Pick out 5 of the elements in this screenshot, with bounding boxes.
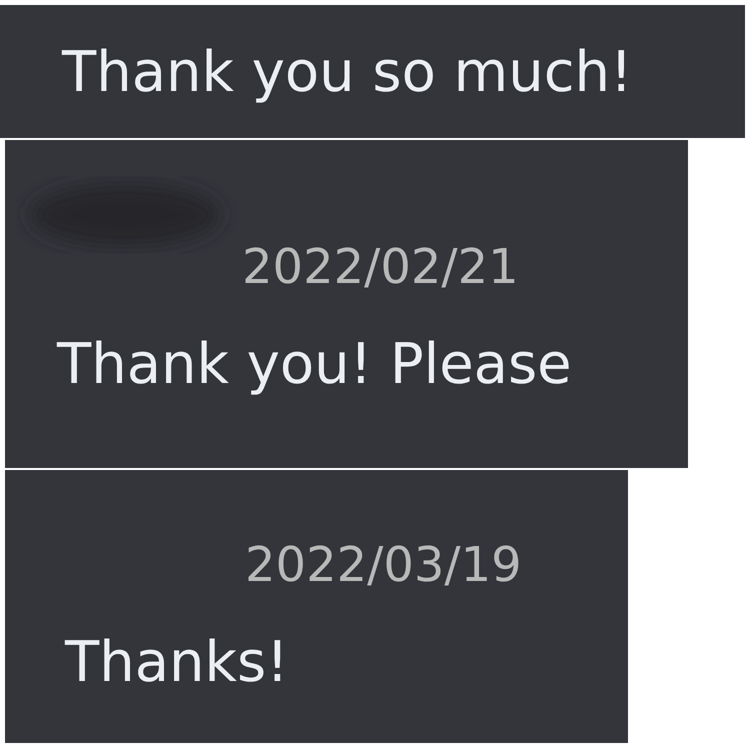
message-date: 2022/02/21: [242, 238, 520, 297]
message-text: Thanks!: [65, 629, 290, 697]
message-text: Thank you! Please: [57, 331, 573, 399]
message-text: Thank you so much!: [62, 39, 632, 107]
message-date: 2022/03/19: [245, 536, 523, 595]
